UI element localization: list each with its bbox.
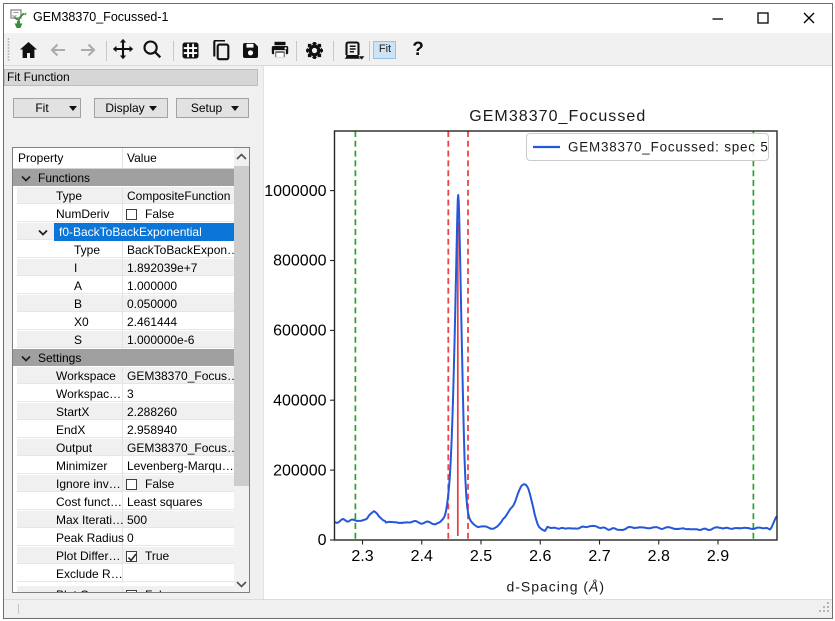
svg-text:2.4: 2.4 [411, 548, 433, 565]
svg-text:d-Spacing (Å): d-Spacing (Å) [506, 579, 605, 595]
svg-text:2.7: 2.7 [588, 548, 610, 565]
svg-text:2.6: 2.6 [529, 548, 551, 565]
svg-text:400000: 400000 [273, 392, 326, 409]
svg-text:GEM38370_Focussed: GEM38370_Focussed [469, 108, 646, 125]
svg-text:0: 0 [318, 532, 327, 549]
svg-text:200000: 200000 [273, 462, 326, 479]
svg-text:2.8: 2.8 [648, 548, 670, 565]
svg-text:2.9: 2.9 [707, 548, 729, 565]
svg-text:2.5: 2.5 [470, 548, 492, 565]
svg-text:800000: 800000 [273, 253, 326, 270]
svg-text:2.3: 2.3 [351, 548, 373, 565]
svg-text:1000000: 1000000 [264, 183, 326, 200]
svg-text:600000: 600000 [273, 323, 326, 340]
svg-text:GEM38370_Focussed: spec 5: GEM38370_Focussed: spec 5 [568, 140, 769, 155]
